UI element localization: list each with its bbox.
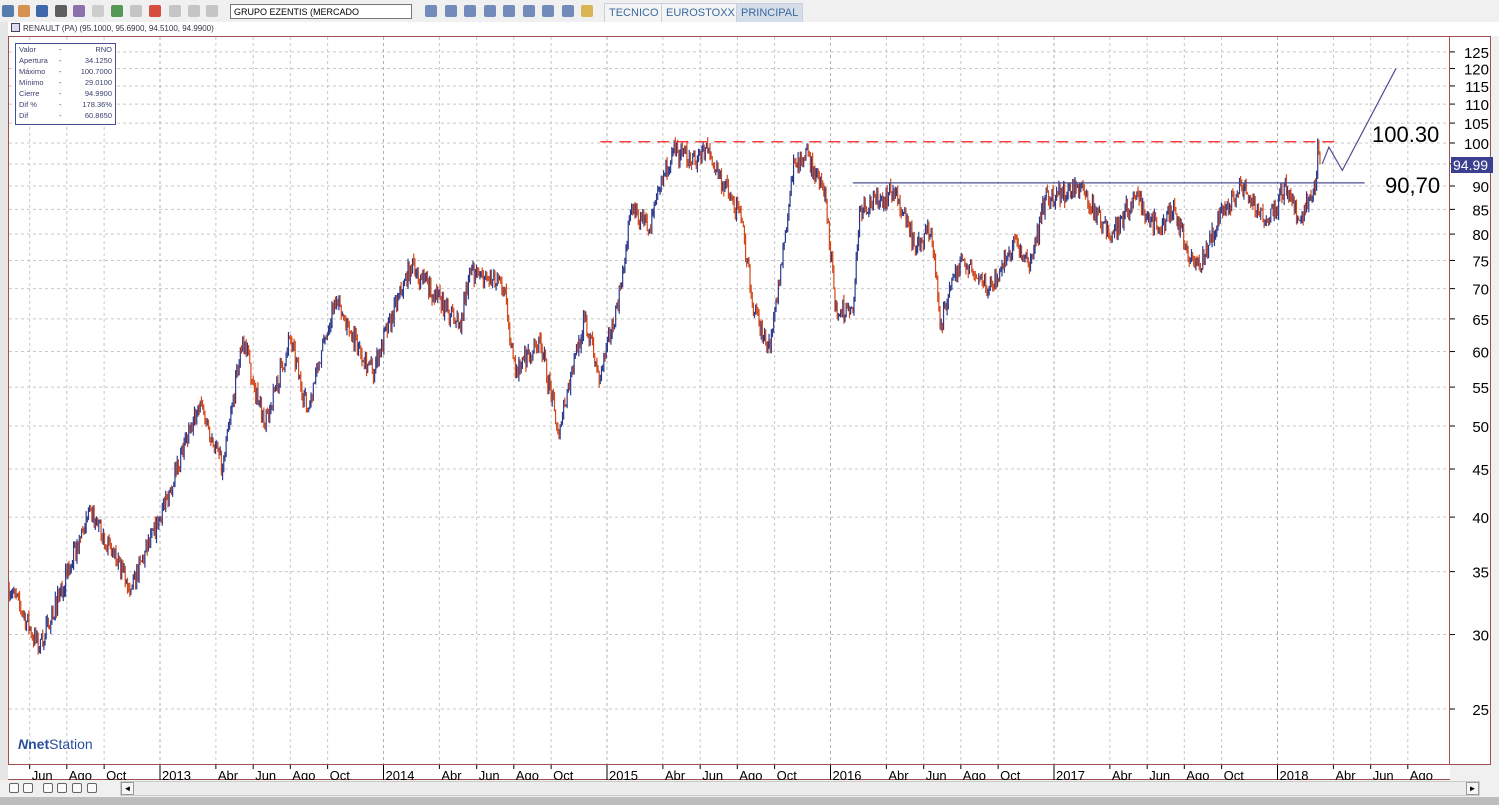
y-tick-label: 100 [1464,136,1489,153]
logo-text-bold: net [28,736,50,752]
info-sep: - [59,89,62,98]
y-tick-label: 125 [1464,45,1489,62]
zoom-out-icon[interactable] [87,783,97,793]
info-key: Apertura [19,56,48,65]
projection-line [1321,68,1397,172]
y-tick-label: 35 [1472,565,1489,582]
info-sep: - [59,56,62,65]
info-key: Dif [19,111,29,120]
info-value: RNO [95,45,112,54]
y-tick-label: 70 [1472,282,1489,299]
info-sep: - [59,78,62,87]
settings-icon[interactable] [9,783,19,793]
y-tick-label: 55 [1472,380,1489,397]
y-tick-label: 30 [1472,628,1489,645]
info-value: 60.8650 [84,111,112,120]
y-tick-label: 115 [1465,79,1489,96]
info-value: 178.36% [82,100,112,109]
info-key: Máximo [19,67,46,76]
info-row: Apertura - 34.1250 [16,55,115,66]
logo-text: Station [49,736,93,752]
y-tick-label: 120 [1464,62,1489,79]
scroll-left-button[interactable]: ◄ [121,782,134,795]
info-sep: - [59,111,62,120]
info-value: 34.1250 [84,56,112,65]
y-tick-label: 90 [1472,179,1489,196]
y-tick-label: 40 [1472,510,1489,527]
info-value: 100.7000 [80,67,112,76]
info-value: 94.9900 [84,89,112,98]
info-value: 29.0100 [84,78,112,87]
y-tick-label: 65 [1472,312,1489,329]
y-tick-label: 110 [1465,97,1489,114]
scroll-right-button[interactable]: ► [1466,782,1479,795]
y-tick-label: 60 [1472,345,1489,362]
last-price-badge: 94.99 [1451,157,1493,173]
y-tick-label: 50 [1472,419,1489,436]
zoom-in-icon[interactable] [72,783,82,793]
info-row: Valor - RNO [16,44,115,55]
horizontal-scrollbar[interactable]: ◄ ► [120,781,1480,796]
info-row: Dif - 60.8650 [16,110,115,121]
info-box: Valor - RNO Apertura - 34.1250 Máximo - 100.7000… [15,43,116,125]
fit-icon[interactable] [57,783,67,793]
y-tick-label: 25 [1472,702,1489,719]
info-key: Dif % [19,100,37,109]
price-chart: 2530354045505560657075808590951001051101… [9,37,1489,783]
info-sep: - [59,100,62,109]
info-row: Dif % - 178.36% [16,99,115,110]
resistance-label: 100.30 [1372,122,1440,147]
netstation-logo: NnetStation [18,736,93,752]
split-icon[interactable] [43,783,53,793]
price-bars [9,137,1321,655]
y-tick-label: 85 [1472,202,1489,219]
info-key: Mínimo [19,78,44,87]
info-key: Valor [19,45,36,54]
info-row: Cierre - 94.9900 [16,88,115,99]
info-sep: - [59,45,62,54]
y-tick-label: 80 [1472,227,1489,244]
info-row: Mínimo - 29.0100 [16,77,115,88]
support-label: 90,70 [1385,173,1441,198]
y-tick-label: 105 [1464,116,1489,133]
y-tick-label: 45 [1472,462,1489,479]
logo-mark: N [18,736,29,752]
window-bottom-border [0,797,1499,805]
info-row: Máximo - 100.7000 [16,66,115,77]
info-key: Cierre [19,89,40,98]
format-icon[interactable] [23,783,33,793]
y-tick-label: 75 [1472,253,1489,270]
info-sep: - [59,67,62,76]
